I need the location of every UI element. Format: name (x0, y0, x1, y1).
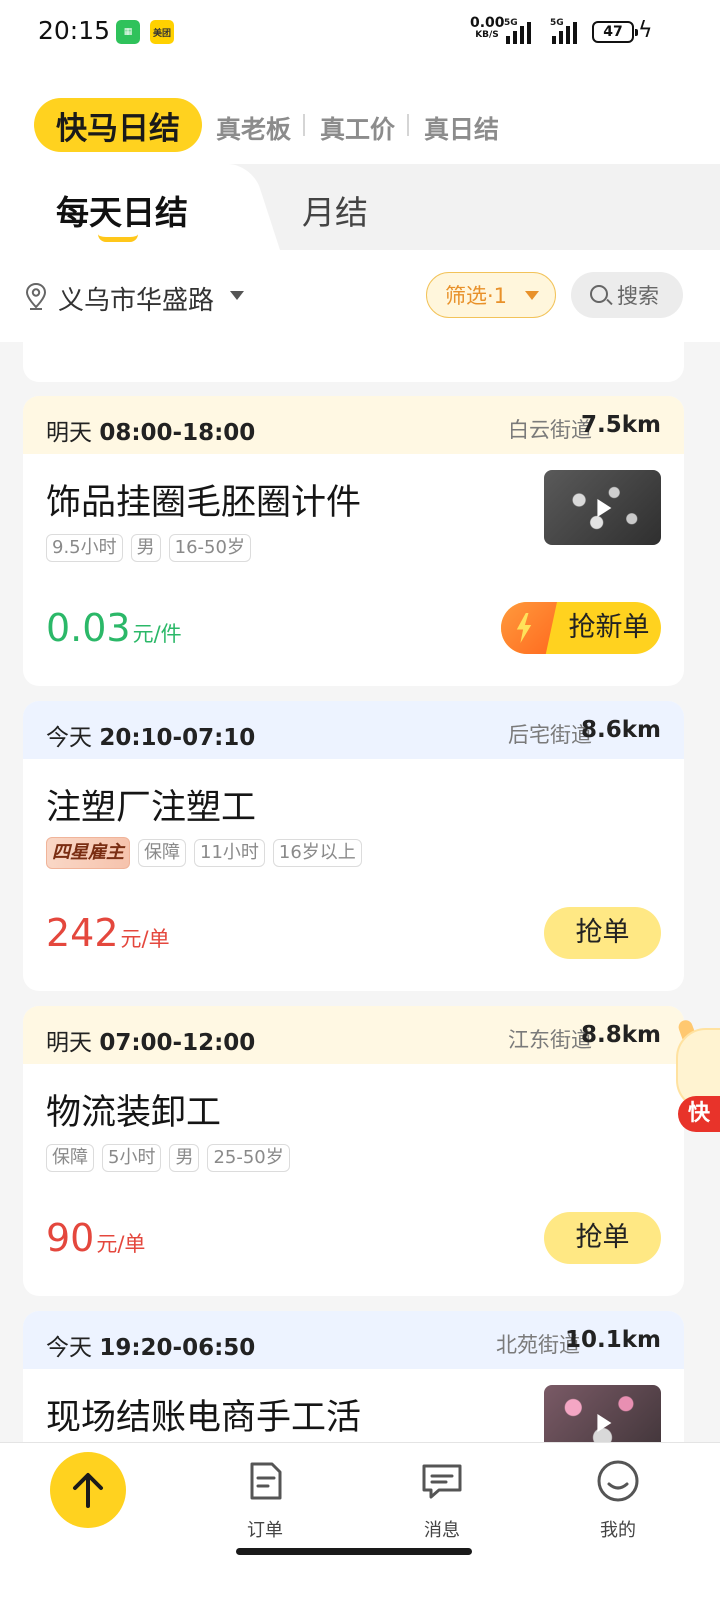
job-tag: 保障 (138, 839, 186, 867)
job-card[interactable]: 今天 20:10-07:10 后宅街道 8.6km 注塑厂注塑工 四星雇主 保障… (23, 701, 684, 991)
scroll-to-top-button[interactable] (50, 1452, 126, 1528)
grab-order-button[interactable]: 抢单 (544, 1212, 661, 1264)
job-card[interactable]: 今天 19:20-06:50 北苑街道 10.1km 现场结账电商手工活 (23, 1311, 684, 1442)
job-tags: 保障 5小时 男 25-50岁 (46, 1144, 290, 1172)
job-card-header: 明天 07:00-12:00 江东街道 8.8km (23, 1006, 684, 1064)
job-title: 注塑厂注塑工 (46, 788, 257, 828)
tab-monthly[interactable]: 月结 (302, 186, 368, 234)
message-icon (422, 1464, 462, 1499)
slogan-1: 真老板 (216, 115, 292, 144)
job-tag: 男 (169, 1144, 200, 1172)
status-bar: 20:15 ▦ 美团 0.00 KB/S 5G 5G 47 ϟ (0, 0, 720, 64)
nav-orders-label: 订单 (247, 1520, 283, 1541)
grab-new-order-button[interactable]: 抢新单 (501, 602, 661, 654)
chevron-down-icon[interactable] (230, 291, 244, 300)
filter-button-label: 筛选·1 (445, 284, 508, 308)
job-tag: 16-50岁 (168, 534, 251, 562)
slogan-divider (303, 114, 305, 136)
job-video-thumbnail[interactable] (544, 1385, 661, 1442)
job-card[interactable]: 明天 08:00-18:00 白云街道 7.5km 饰品挂圈毛胚圈计件 9.5小… (23, 396, 684, 686)
job-card[interactable]: 明天 07:00-12:00 江东街道 8.8km 物流装卸工 保障 5小时 男… (23, 1006, 684, 1296)
job-price: 90元/单 (46, 1216, 146, 1260)
charging-icon: ϟ (638, 18, 653, 43)
status-time: 20:15 (38, 16, 111, 45)
job-price: 242元/单 (46, 911, 170, 955)
job-street: 白云街道 (508, 418, 592, 442)
nav-profile-label: 我的 (600, 1520, 636, 1541)
job-distance: 8.8km (580, 1022, 661, 1048)
job-street: 后宅街道 (508, 723, 592, 747)
network-speed: 0.00 KB/S (470, 15, 505, 40)
job-schedule: 明天 07:00-12:00 (46, 1030, 256, 1056)
chevron-down-icon (525, 291, 539, 300)
app-header: 快马日结 真老板 真工价 真日结 (0, 64, 720, 164)
job-tag: 5小时 (102, 1144, 162, 1172)
job-card-header: 今天 19:20-06:50 北苑街道 10.1km (23, 1311, 684, 1369)
play-icon (596, 1413, 611, 1432)
job-tags: 9.5小时 男 16-50岁 (46, 534, 251, 562)
employer-rating-badge: 四星雇主 (46, 837, 130, 869)
signal-icon: 5G (502, 18, 536, 44)
job-tag: 11小时 (194, 839, 265, 867)
nav-profile[interactable]: 我的 (578, 1458, 658, 1542)
signal-icon-2: 5G (548, 18, 582, 44)
app-notification-icon: ▦ (116, 20, 140, 44)
mascot-label: 快 (678, 1096, 720, 1132)
floating-mascot-widget[interactable]: 快 (676, 1018, 720, 1132)
job-distance: 8.6km (580, 717, 661, 743)
brand-logo: 快马日结 (34, 98, 202, 152)
filter-button[interactable]: 筛选·1 (426, 272, 556, 318)
battery-icon: 47 (592, 21, 638, 43)
order-icon (250, 1462, 282, 1500)
play-icon (596, 498, 611, 517)
settlement-tabs: 每天日结 月结 (0, 164, 720, 250)
location-pin-icon (25, 282, 47, 310)
home-indicator[interactable] (236, 1548, 472, 1555)
slogan-2: 真工价 (320, 115, 396, 144)
job-video-thumbnail[interactable] (544, 470, 661, 545)
meituan-notification-icon: 美团 (150, 20, 174, 44)
job-distance: 10.1km (564, 1327, 661, 1353)
location-selector[interactable]: 义乌市华盛路 (58, 280, 214, 317)
nav-messages[interactable]: 消息 (402, 1458, 482, 1542)
tab-active-indicator (98, 234, 138, 242)
search-button[interactable]: 搜索 (571, 272, 683, 318)
lightning-icon (516, 613, 532, 643)
job-title: 饰品挂圈毛胚圈计件 (46, 483, 362, 523)
nav-messages-label: 消息 (424, 1520, 460, 1541)
job-tag: 9.5小时 (46, 534, 123, 562)
job-card-partial[interactable] (23, 342, 684, 382)
job-schedule: 明天 08:00-18:00 (46, 420, 256, 446)
profile-icon (597, 1460, 639, 1502)
grab-order-button[interactable]: 抢单 (544, 907, 661, 959)
job-schedule: 今天 19:20-06:50 (46, 1335, 256, 1361)
slogan-3: 真日结 (424, 115, 500, 144)
job-tag: 16岁以上 (272, 839, 362, 867)
job-tag: 保障 (46, 1144, 94, 1172)
nav-orders[interactable]: 订单 (225, 1458, 305, 1542)
job-list[interactable]: 明天 08:00-18:00 白云街道 7.5km 饰品挂圈毛胚圈计件 9.5小… (0, 342, 720, 1442)
tab-daily-label[interactable]: 每天日结 (56, 186, 188, 234)
job-card-header: 今天 20:10-07:10 后宅街道 8.6km (23, 701, 684, 759)
job-tag: 25-50岁 (207, 1144, 290, 1172)
search-icon (590, 285, 608, 303)
job-tag: 男 (130, 534, 161, 562)
search-button-label: 搜索 (617, 284, 659, 308)
job-card-header: 明天 08:00-18:00 白云街道 7.5km (23, 396, 684, 454)
job-distance: 7.5km (580, 412, 661, 438)
arrow-up-icon (73, 1473, 103, 1508)
job-schedule: 今天 20:10-07:10 (46, 725, 256, 751)
slogan-divider (407, 114, 409, 136)
job-tags: 四星雇主 保障 11小时 16岁以上 (46, 837, 362, 869)
job-price: 0.03元/件 (46, 606, 182, 650)
grab-new-order-label: 抢新单 (568, 612, 650, 643)
job-title: 物流装卸工 (46, 1093, 222, 1133)
job-title: 现场结账电商手工活 (46, 1398, 362, 1438)
job-street: 江东街道 (508, 1028, 592, 1052)
